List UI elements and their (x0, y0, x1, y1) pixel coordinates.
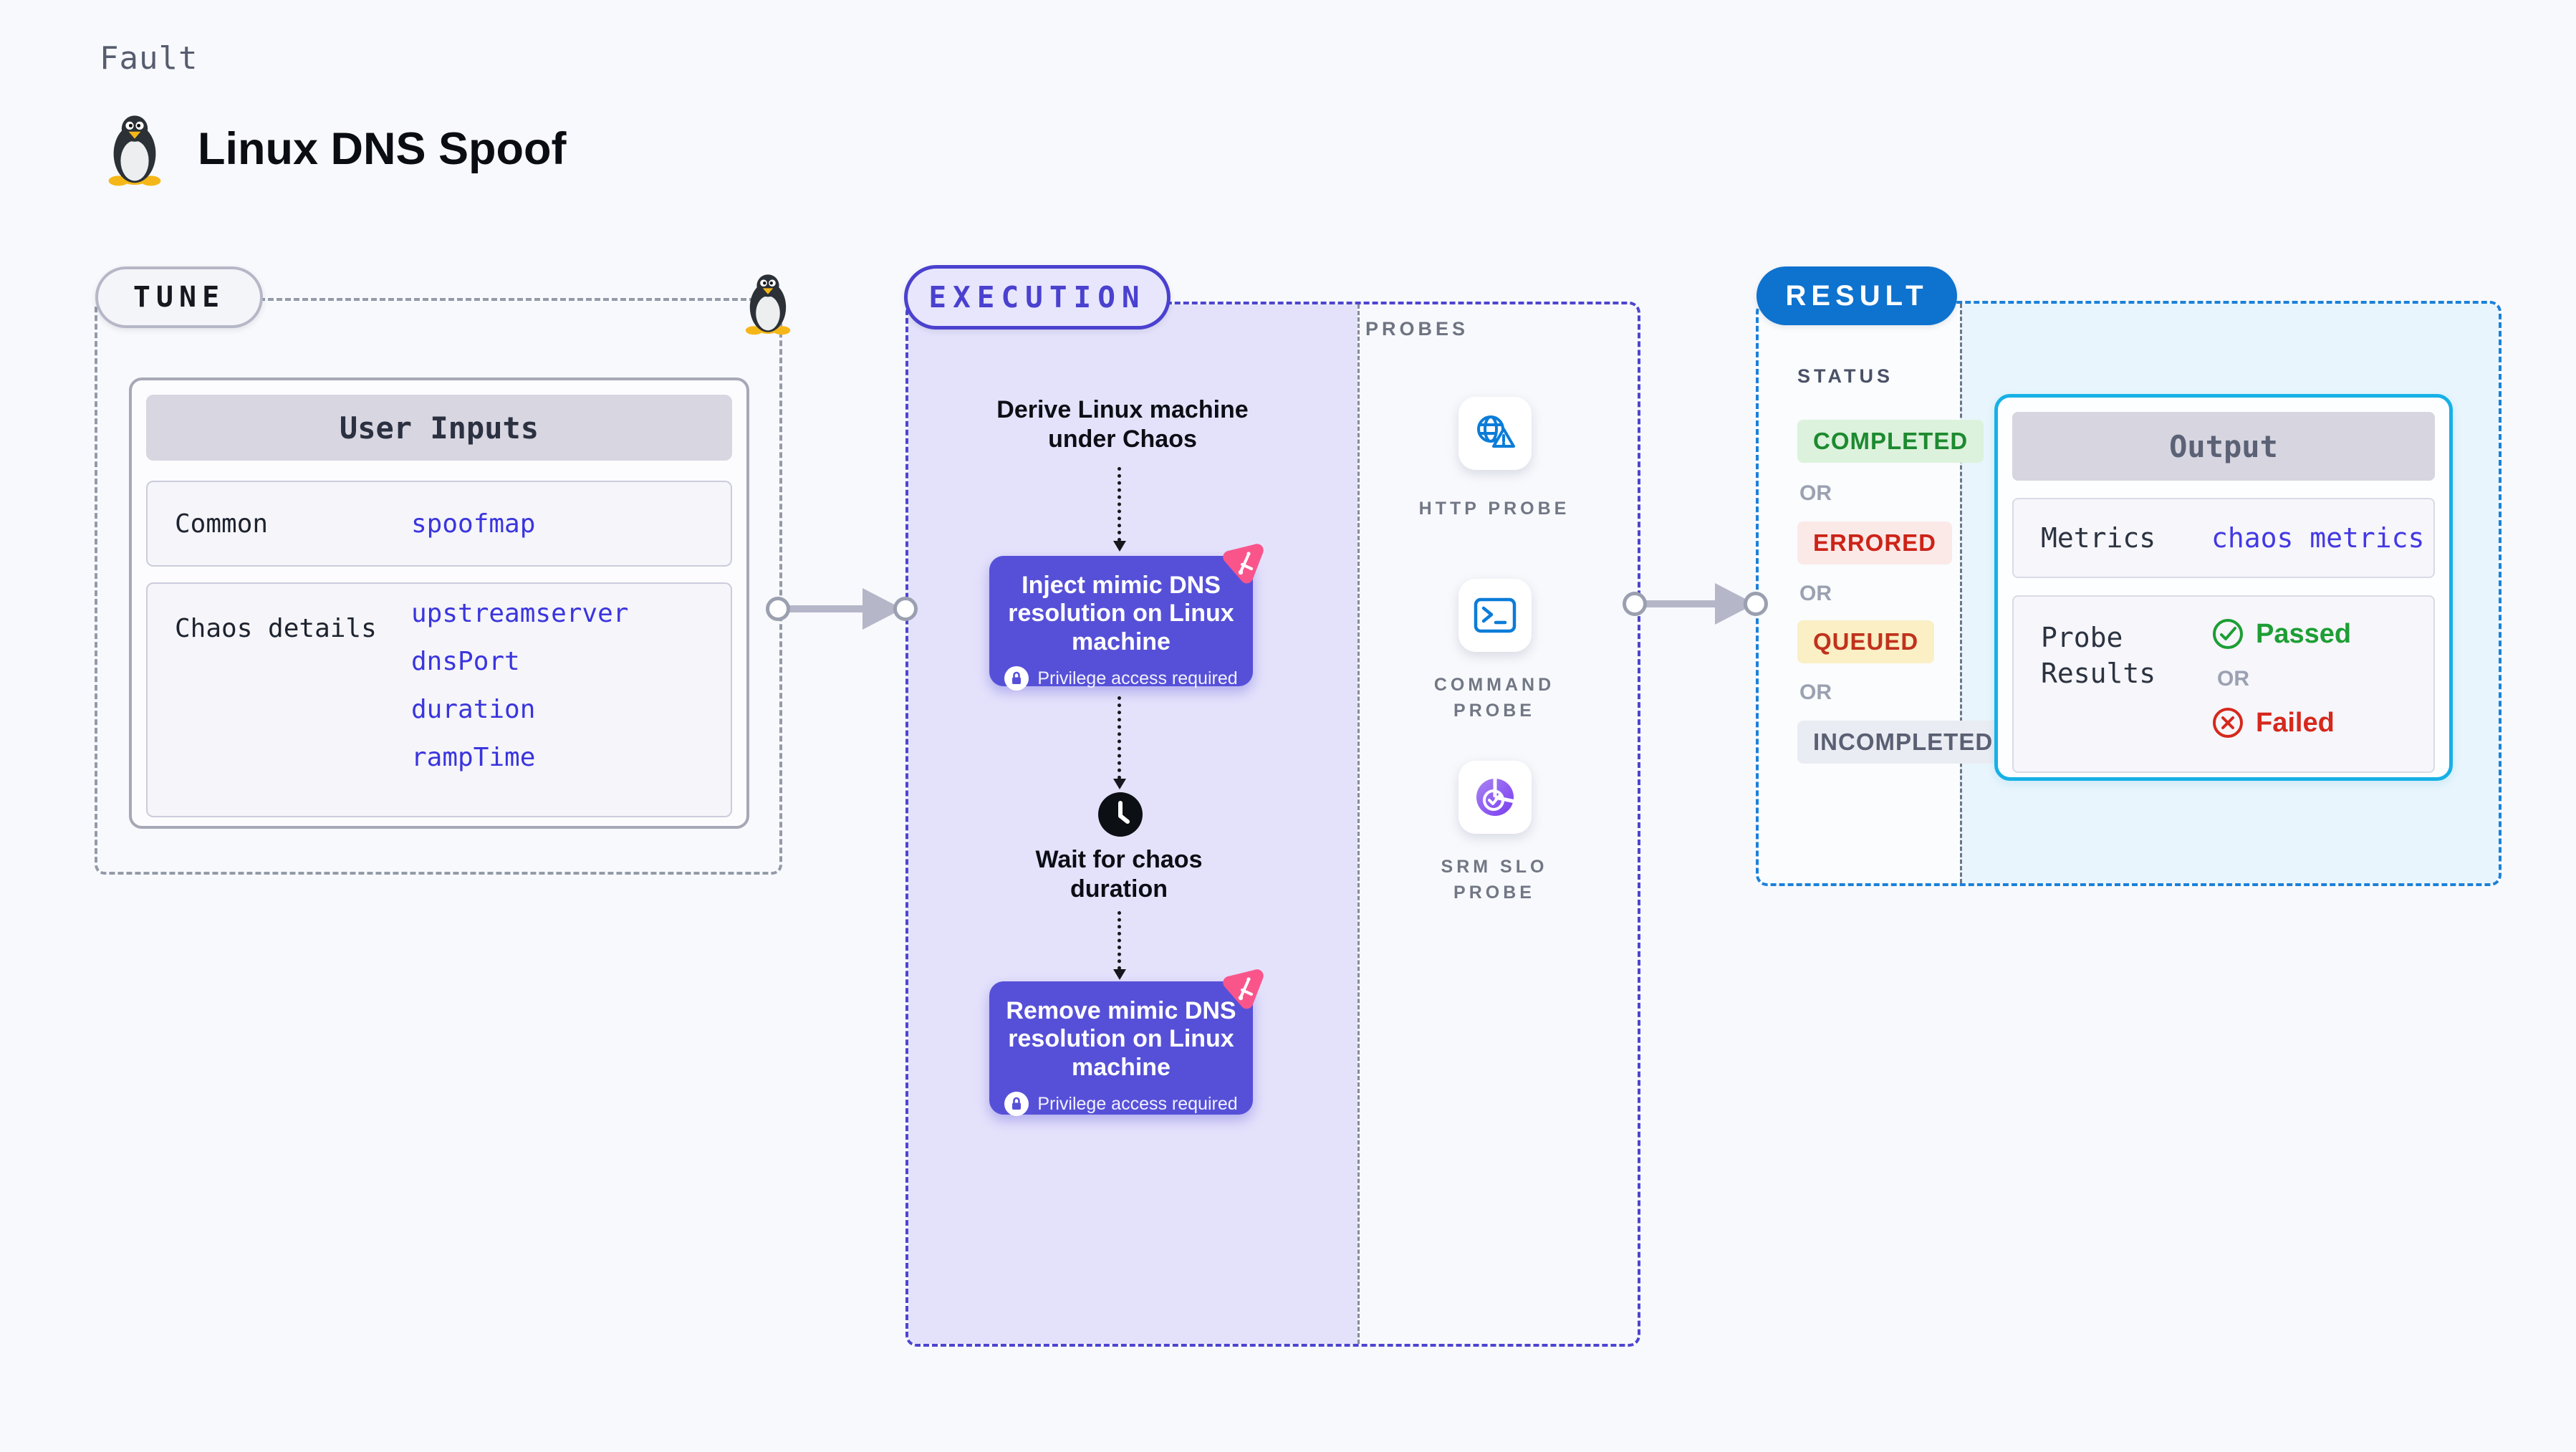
page-title: Linux DNS Spoof (198, 124, 567, 174)
flow-arrow-down (1113, 467, 1126, 552)
execution-badge: EXECUTION (904, 265, 1171, 330)
probes-separator (1357, 304, 1360, 1344)
chaos-spark-icon (1223, 969, 1264, 1009)
remove-step-title: Remove mimic DNS resolution on Linux mac… (1006, 997, 1236, 1081)
http-probe-label: HTTP PROBE (1418, 499, 1570, 519)
status-badge-completed: COMPLETED (1797, 420, 1984, 463)
row-value-link: duration (411, 695, 536, 724)
output-title: Output (2012, 412, 2435, 481)
user-inputs-row-chaos-details: Chaos details upstreamserver dnsPort dur… (146, 582, 732, 817)
user-inputs-title: User Inputs (146, 395, 732, 461)
tune-to-execution-arrow (785, 605, 868, 612)
privilege-note: Privilege access required (1037, 668, 1238, 688)
row-value-link: upstreamserver (411, 599, 629, 628)
tux-penguin-icon (745, 274, 791, 335)
metrics-row: Metrics chaos metrics (2012, 498, 2435, 578)
metrics-label: Metrics (2041, 522, 2156, 554)
inject-step-box: Inject mimic DNS resolution on Linux mac… (989, 556, 1253, 691)
slo-donut-check-icon (1476, 777, 1516, 816)
row-value-link: rampTime (411, 743, 536, 772)
output-card: Output Metrics chaos metrics Probe Resul… (1994, 394, 2453, 781)
flow-arrow-down (1113, 911, 1126, 980)
probe-results-label: Probe Results (2041, 622, 2156, 689)
passed-label: Passed (2256, 618, 2352, 649)
connector-node (766, 597, 790, 621)
command-probe-card (1458, 579, 1532, 652)
probe-results-row: Probe Results Passed OR Failed (2012, 595, 2435, 773)
wait-step-text: Wait for chaos duration (1035, 846, 1203, 903)
clock-icon (1098, 792, 1143, 837)
derive-step-text: Derive Linux machine under Chaos (996, 396, 1249, 453)
row-value-link: dnsPort (411, 647, 520, 676)
globe-warning-icon (1477, 415, 1515, 448)
row-label: Common (175, 509, 269, 539)
inject-step-title: Inject mimic DNS resolution on Linux mac… (1008, 572, 1234, 655)
x-circle-icon (2213, 708, 2243, 738)
execution-to-result-arrow (1642, 600, 1722, 607)
user-inputs-row-common: Common spoofmap (146, 481, 732, 567)
srm-slo-probe-label: SRM SLO PROBE (1441, 857, 1548, 903)
row-value-link: spoofmap (411, 509, 536, 539)
row-label: Chaos details (175, 614, 377, 643)
chaos-spark-icon (1223, 544, 1264, 584)
tune-badge: TUNE (95, 266, 263, 328)
privilege-note: Privilege access required (1037, 1093, 1238, 1114)
http-probe-card (1458, 397, 1532, 470)
check-circle-icon (2213, 619, 2243, 649)
status-badge-queued: QUEUED (1797, 620, 1935, 663)
user-inputs-card: User Inputs Common spoofmap Chaos detail… (129, 378, 749, 829)
command-probe-label: COMMAND PROBE (1433, 675, 1555, 721)
srm-slo-probe-card (1458, 761, 1532, 834)
flow-arrow-down (1113, 696, 1126, 789)
failed-label: Failed (2256, 707, 2335, 738)
fault-diagram-page: { "header": { "kicker": "Fault", "title"… (0, 0, 2576, 1452)
terminal-icon (1474, 597, 1517, 633)
status-title: STATUS (1797, 365, 1893, 387)
metrics-value-link: chaos metrics (2211, 522, 2425, 554)
connector-node (1744, 592, 1768, 616)
or-separator: OR (1799, 681, 1832, 704)
lock-icon (1004, 666, 1029, 691)
probes-title: PROBES (1365, 318, 1469, 340)
connector-node (1623, 592, 1647, 616)
status-badge-incompleted: INCOMPLETED (1797, 721, 2009, 764)
result-badge: RESULT (1756, 266, 1957, 325)
remove-step-box: Remove mimic DNS resolution on Linux mac… (989, 981, 1253, 1117)
or-separator: OR (1799, 481, 1832, 505)
result-separator (1960, 304, 1962, 883)
lock-icon (1004, 1092, 1029, 1117)
or-separator: OR (1799, 582, 1832, 605)
connector-node (893, 597, 918, 621)
fault-kicker: Fault (100, 40, 198, 77)
or-separator: OR (2217, 667, 2249, 691)
status-badge-errored: ERRORED (1797, 521, 1953, 564)
tux-penguin-icon (108, 115, 161, 186)
